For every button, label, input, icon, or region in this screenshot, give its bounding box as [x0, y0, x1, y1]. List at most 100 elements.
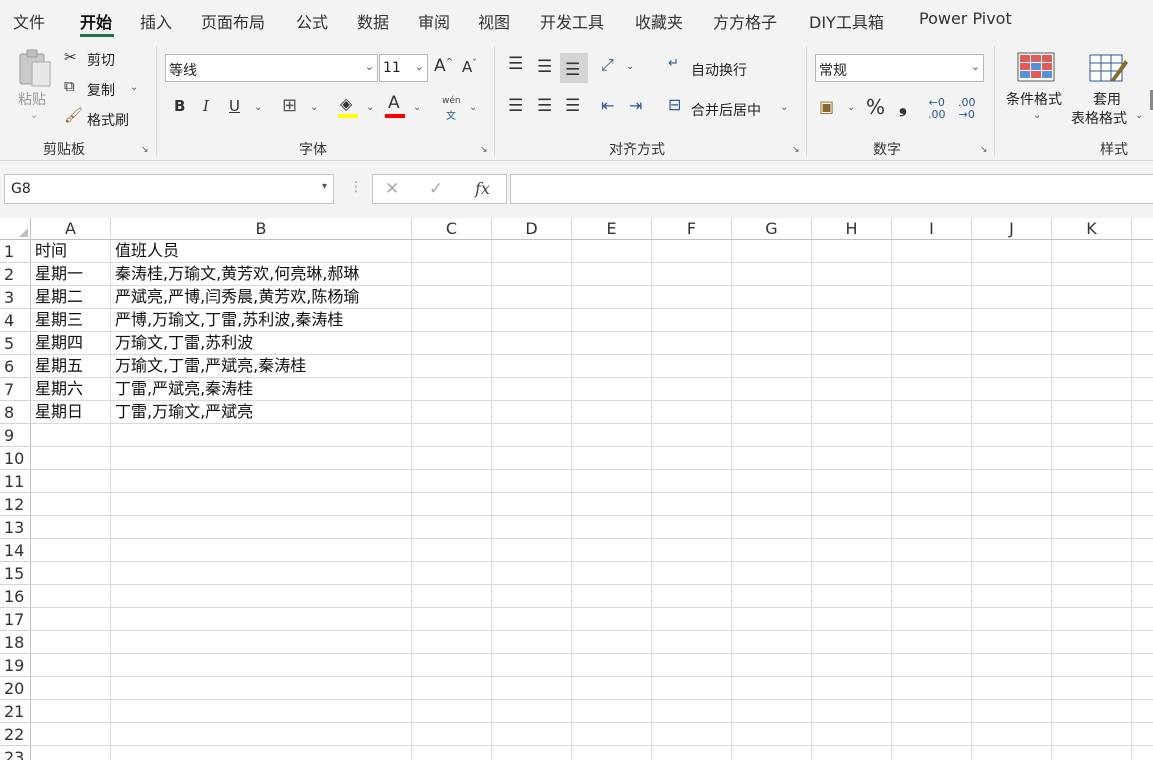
copy-button[interactable]: 复制: [87, 80, 115, 100]
cell[interactable]: [492, 240, 572, 263]
cell[interactable]: [812, 493, 892, 516]
cell[interactable]: [111, 447, 412, 470]
increase-indent-icon[interactable]: ⇥: [629, 98, 642, 114]
cell[interactable]: [111, 608, 412, 631]
row-header-3[interactable]: 3: [0, 286, 31, 309]
cell[interactable]: [111, 585, 412, 608]
cell[interactable]: [492, 723, 572, 746]
cell[interactable]: [1052, 240, 1132, 263]
cell[interactable]: [492, 562, 572, 585]
cell[interactable]: [31, 470, 111, 493]
cell[interactable]: [892, 424, 972, 447]
cell[interactable]: [892, 585, 972, 608]
currency-icon[interactable]: ▣: [819, 99, 834, 115]
row-header-7[interactable]: 7: [0, 378, 31, 401]
column-header-j[interactable]: J: [972, 218, 1052, 240]
cell[interactable]: [1132, 539, 1153, 562]
tab-view[interactable]: 视图: [478, 9, 510, 33]
tab-page-layout[interactable]: 页面布局: [201, 9, 265, 33]
cell[interactable]: [1132, 286, 1153, 309]
cell[interactable]: [652, 493, 732, 516]
tab-review[interactable]: 审阅: [418, 9, 450, 33]
wrap-text-icon[interactable]: ↵: [668, 57, 679, 70]
align-center-icon[interactable]: ☰: [537, 98, 552, 115]
cell[interactable]: [812, 401, 892, 424]
cell[interactable]: [1052, 447, 1132, 470]
underline-dropdown-icon[interactable]: ⌄: [254, 102, 262, 113]
shrink-font-icon[interactable]: Aˇ: [462, 60, 477, 75]
cell[interactable]: [812, 516, 892, 539]
cell[interactable]: [652, 332, 732, 355]
cell[interactable]: [732, 493, 812, 516]
cell[interactable]: [972, 355, 1052, 378]
cell[interactable]: [892, 240, 972, 263]
column-header-c[interactable]: C: [412, 218, 492, 240]
cell[interactable]: [812, 608, 892, 631]
cell[interactable]: [732, 723, 812, 746]
row-header-18[interactable]: 18: [0, 631, 31, 654]
cell[interactable]: [892, 700, 972, 723]
cell[interactable]: [732, 240, 812, 263]
cell[interactable]: [572, 723, 652, 746]
cell[interactable]: [732, 654, 812, 677]
column-header-partial[interactable]: [1132, 218, 1153, 240]
cell[interactable]: [652, 562, 732, 585]
cell[interactable]: [412, 470, 492, 493]
paste-dropdown-icon[interactable]: ⌄: [30, 110, 38, 121]
cell[interactable]: [572, 608, 652, 631]
cell[interactable]: [492, 654, 572, 677]
italic-button[interactable]: I: [203, 99, 209, 114]
cell[interactable]: [812, 631, 892, 654]
cell[interactable]: [732, 263, 812, 286]
cell[interactable]: [972, 723, 1052, 746]
cell[interactable]: [412, 240, 492, 263]
table-format-label-bottom[interactable]: 表格格式: [1071, 108, 1127, 128]
row-header-10[interactable]: 10: [0, 447, 31, 470]
cell[interactable]: [1132, 493, 1153, 516]
cell[interactable]: [492, 493, 572, 516]
cell[interactable]: [1132, 424, 1153, 447]
cell[interactable]: [732, 677, 812, 700]
cell[interactable]: [572, 470, 652, 493]
percent-button[interactable]: %: [866, 97, 885, 117]
cell[interactable]: [31, 677, 111, 700]
cell[interactable]: [1132, 378, 1153, 401]
paste-icon[interactable]: [16, 48, 54, 88]
cell[interactable]: [1052, 493, 1132, 516]
cell[interactable]: [412, 700, 492, 723]
cell[interactable]: [31, 608, 111, 631]
decrease-decimal-icon[interactable]: .00 →0: [958, 96, 976, 121]
cell[interactable]: [572, 401, 652, 424]
cell[interactable]: [572, 378, 652, 401]
cell[interactable]: [1052, 378, 1132, 401]
cell[interactable]: [1052, 286, 1132, 309]
copy-dropdown-icon[interactable]: ⌄: [130, 82, 138, 93]
comma-button[interactable]: ❟: [899, 95, 907, 115]
cell-staff[interactable]: 秦涛桂,万瑜文,黄芳欢,何亮琳,郝琳: [111, 263, 412, 286]
cell[interactable]: [652, 746, 732, 760]
fill-color-dropdown-icon[interactable]: ⌄: [366, 102, 374, 113]
cell[interactable]: [111, 493, 412, 516]
cell[interactable]: [652, 516, 732, 539]
cell[interactable]: [1132, 401, 1153, 424]
cell[interactable]: [31, 746, 111, 760]
cell[interactable]: [892, 539, 972, 562]
cell[interactable]: [1132, 240, 1153, 263]
cell[interactable]: [972, 401, 1052, 424]
cell[interactable]: [892, 631, 972, 654]
row-header-20[interactable]: 20: [0, 677, 31, 700]
align-top-icon[interactable]: ☰: [508, 56, 523, 73]
cell[interactable]: [812, 240, 892, 263]
cell[interactable]: [412, 608, 492, 631]
cell[interactable]: [732, 286, 812, 309]
cell[interactable]: [1052, 700, 1132, 723]
cell[interactable]: [972, 516, 1052, 539]
cut-button[interactable]: 剪切: [87, 50, 115, 70]
alignment-launcher-icon[interactable]: ↘: [792, 145, 800, 155]
cell[interactable]: [412, 631, 492, 654]
row-header-12[interactable]: 12: [0, 493, 31, 516]
scissors-icon[interactable]: ✂: [64, 50, 77, 65]
enter-icon[interactable]: ✓: [429, 179, 443, 199]
cell[interactable]: [732, 470, 812, 493]
cell[interactable]: [652, 539, 732, 562]
